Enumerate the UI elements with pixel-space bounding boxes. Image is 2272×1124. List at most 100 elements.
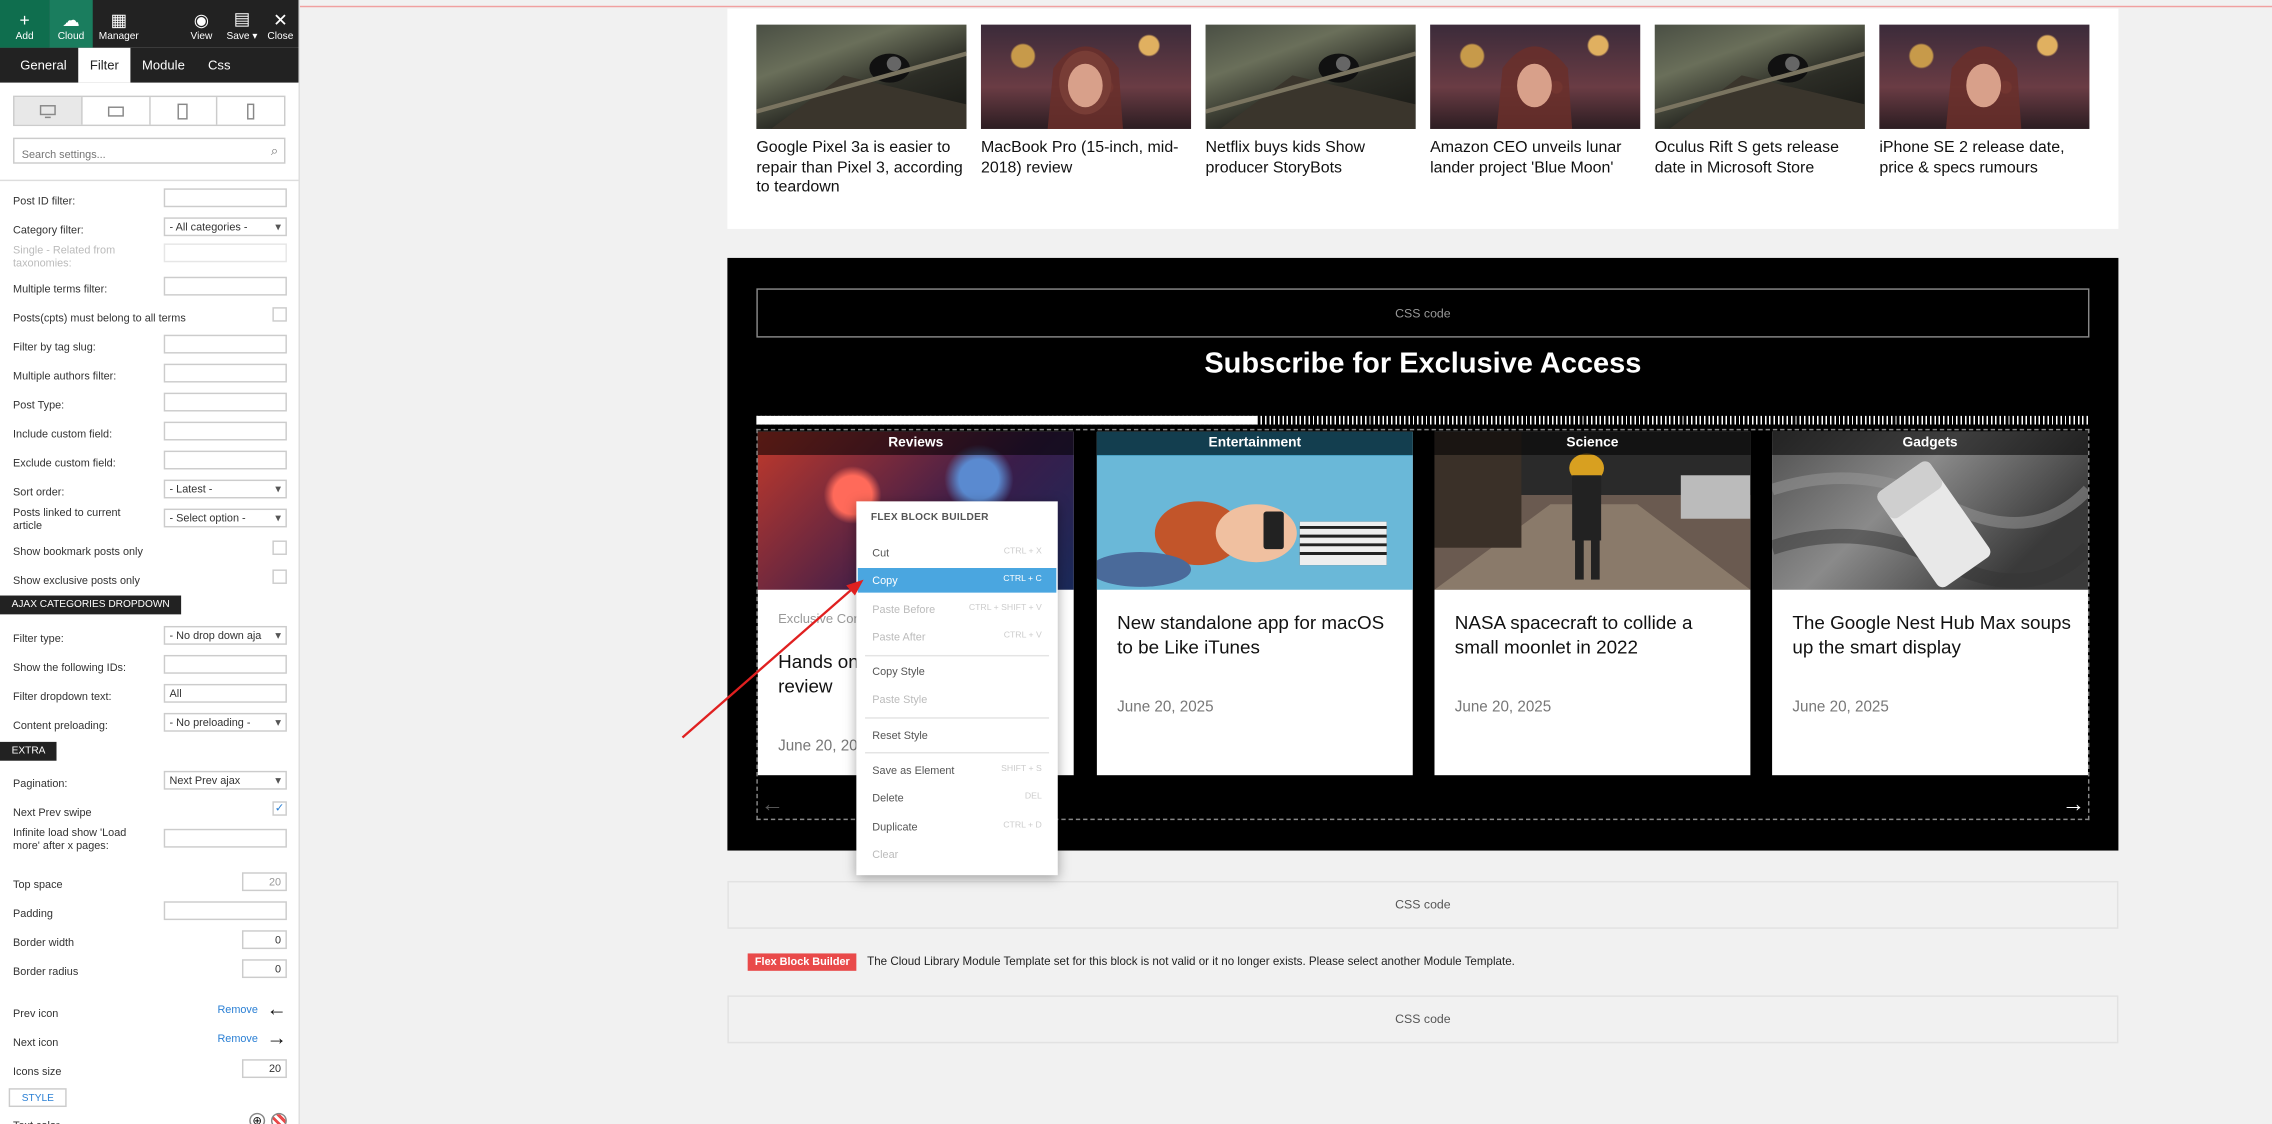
sort-order-select[interactable]: - Latest - (163, 479, 287, 499)
canvas-top-border (299, 5, 2272, 8)
phone-view-button[interactable] (218, 97, 284, 125)
setting-exclude-cf: Exclude custom field: (13, 450, 288, 477)
menu-item-paste-before[interactable]: Paste Before CTRL + SHIFT + V (858, 597, 1057, 622)
add-button[interactable]: + Add (0, 0, 50, 48)
css-code-placeholder[interactable]: CSS code (727, 995, 2119, 1044)
css-code-placeholder[interactable]: CSS code (756, 288, 2090, 338)
prev-icon-label: Prev icon (13, 1007, 59, 1021)
padding-input[interactable] (163, 901, 287, 921)
manager-button[interactable]: ▦ Manager (93, 0, 145, 48)
article-card[interactable]: Google Pixel 3a is easier to repair than… (756, 24, 967, 198)
preloading-select[interactable]: - No preloading - (163, 712, 287, 732)
article-card[interactable]: Oculus Rift S gets release date in Micro… (1654, 24, 1865, 179)
tag-slug-input[interactable] (163, 334, 287, 354)
search-input[interactable] (14, 142, 261, 166)
article-thumbnail-pixel (1654, 24, 1865, 129)
icons-size-input[interactable]: 20 (241, 1059, 287, 1079)
filter-type-select[interactable]: - No drop down aja (163, 625, 287, 645)
exclusive-checkbox[interactable] (272, 569, 287, 584)
tab-module[interactable]: Module (130, 48, 196, 83)
authors-input[interactable] (163, 363, 287, 383)
menu-item-save-element[interactable]: Save as Element SHIFT + S (858, 758, 1057, 783)
article-title[interactable]: iPhone SE 2 release date, price & specs … (1879, 139, 2089, 178)
post-type-input[interactable] (163, 392, 287, 412)
tab-css[interactable]: Css (196, 48, 242, 83)
single-related-input[interactable] (163, 243, 287, 263)
card-title[interactable]: NASA spacecraft to collide a small moonl… (1455, 611, 1738, 659)
cloud-button[interactable]: ☁ Cloud (49, 0, 93, 48)
card-category-label[interactable]: Science (1434, 431, 1751, 455)
linked-select[interactable]: - Select option - (163, 508, 287, 528)
next-icon-label: Next icon (13, 1036, 59, 1050)
card-category-label[interactable]: Gadgets (1772, 431, 2088, 455)
all-terms-checkbox[interactable] (272, 307, 287, 322)
card-title[interactable]: New standalone app for macOS to be Like … (1117, 611, 1400, 659)
multiple-terms-input[interactable] (163, 276, 287, 296)
street-walker-image (1434, 431, 1751, 590)
pagination-select[interactable]: Next Prev ajax (163, 770, 287, 790)
css-code-placeholder[interactable]: CSS code (727, 880, 2119, 929)
article-card[interactable]: Netflix buys kids Show producer StoryBot… (1205, 24, 1416, 179)
menu-item-paste-style[interactable]: Paste Style (858, 687, 1057, 712)
portrait-view-button[interactable] (150, 97, 218, 125)
carousel-prev-arrow-icon[interactable]: ← (761, 793, 784, 819)
carousel-card[interactable]: Science NASA spacecraft to collide a sma… (1434, 431, 1751, 776)
search-icon[interactable]: ⌕ (271, 143, 278, 159)
menu-item-copy-style[interactable]: Copy Style (858, 659, 1057, 684)
menu-item-reset-style[interactable]: Reset Style (858, 723, 1057, 748)
article-card[interactable]: MacBook Pro (15-inch, mid-2018) review (980, 24, 1192, 179)
tab-general[interactable]: General (9, 48, 79, 83)
top-space-input[interactable]: 20 (241, 872, 287, 892)
carousel-card[interactable]: Entertainment New standalone app for mac… (1096, 431, 1413, 776)
exclude-cf-input[interactable] (163, 450, 287, 470)
infinite-input[interactable] (163, 828, 287, 848)
menu-item-cut[interactable]: Cut CTRL + X (858, 540, 1057, 565)
remove-prev-icon-link[interactable]: Remove (217, 1003, 257, 1016)
article-title[interactable]: MacBook Pro (15-inch, mid-2018) review (981, 139, 1191, 178)
show-ids-input[interactable] (163, 654, 287, 674)
text-color-label: Text color (13, 1119, 158, 1124)
article-title[interactable]: Google Pixel 3a is easier to repair than… (756, 139, 966, 198)
globe-icon[interactable]: ⊕ (249, 1112, 266, 1124)
color-picker-swatch[interactable] (270, 1112, 287, 1124)
article-card[interactable]: iPhone SE 2 release date, price & specs … (1879, 24, 2090, 179)
close-label: Close (267, 31, 294, 43)
menu-item-clear[interactable]: Clear (858, 842, 1057, 867)
close-button[interactable]: ✕ Close (261, 0, 299, 48)
article-title[interactable]: Amazon CEO unveils lunar lander project … (1430, 139, 1640, 178)
card-category-label[interactable]: Reviews (757, 431, 1074, 455)
landscape-view-button[interactable] (82, 97, 150, 125)
desktop-view-button[interactable] (14, 97, 83, 125)
article-card[interactable]: Amazon CEO unveils lunar lander project … (1430, 24, 1641, 179)
sidebar-tabs: General Filter Module Css (0, 47, 299, 83)
style-section-header: STYLE (8, 1088, 67, 1108)
include-cf-input[interactable] (163, 421, 287, 441)
dropdown-text-input[interactable]: All (163, 683, 287, 703)
post-id-input[interactable] (163, 188, 287, 208)
menu-item-paste-after[interactable]: Paste After CTRL + V (858, 625, 1057, 650)
border-radius-input[interactable]: 0 (241, 959, 287, 979)
menu-item-duplicate[interactable]: Duplicate CTRL + D (858, 814, 1057, 839)
border-width-input[interactable]: 0 (241, 930, 287, 950)
carousel-next-arrow-icon[interactable]: → (2062, 793, 2085, 819)
card-title[interactable]: The Google Nest Hub Max soups up the sma… (1792, 611, 2075, 659)
setting-sort-order: Sort order: - Latest - (13, 479, 288, 506)
category-select[interactable]: - All categories - (163, 217, 287, 237)
carousel-card[interactable]: Gadgets The Google Nest Hub Max soups up… (1772, 431, 2088, 776)
settings-sidebar: + Add ☁ Cloud ▦ Manager ◉ View ▤ Save ▾ ✕ Clos… (0, 0, 300, 1124)
save-button[interactable]: ▤ Save ▾ (223, 0, 261, 48)
bookmark-checkbox[interactable] (272, 540, 287, 555)
settings-search: ⌕ (13, 137, 286, 166)
menu-item-delete[interactable]: Delete DEL (858, 785, 1057, 810)
article-title[interactable]: Oculus Rift S gets release date in Micro… (1655, 139, 1865, 178)
cloud-icon: ☁ (62, 10, 80, 31)
article-title[interactable]: Netflix buys kids Show producer StoryBot… (1206, 139, 1416, 178)
view-button[interactable]: ◉ View (180, 0, 223, 48)
card-category-label[interactable]: Entertainment (1096, 431, 1413, 455)
menu-item-copy[interactable]: Copy CTRL + C (857, 568, 1057, 593)
arrow-right-icon[interactable]: → (267, 1026, 287, 1049)
remove-next-icon-link[interactable]: Remove (217, 1032, 257, 1045)
swipe-checkbox[interactable]: ✓ (272, 801, 287, 816)
arrow-left-icon[interactable]: ← (267, 997, 287, 1020)
tab-filter[interactable]: Filter (78, 47, 131, 83)
